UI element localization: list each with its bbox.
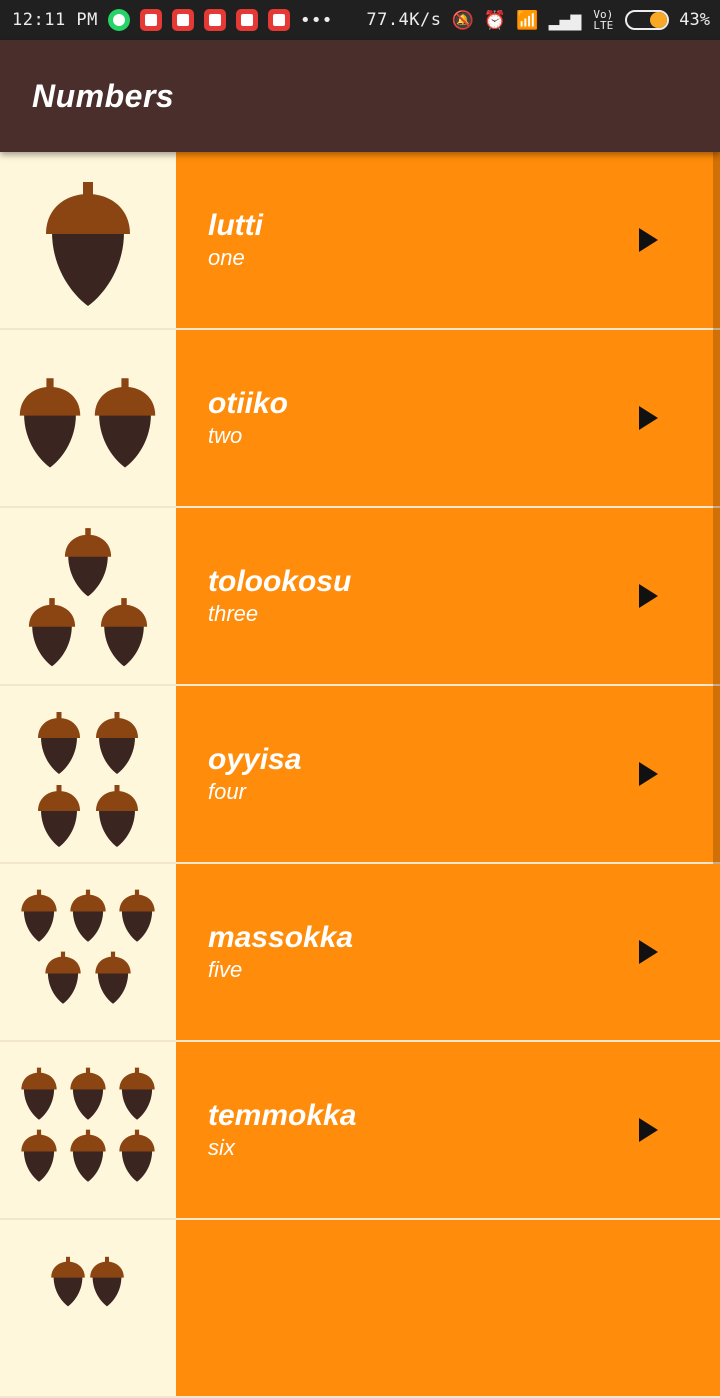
acorn-icon	[38, 712, 138, 847]
app-bar: Numbers	[0, 40, 720, 152]
acorn-image	[0, 330, 176, 506]
acorn-image	[0, 508, 176, 684]
word-content[interactable]: tolookosu three	[176, 508, 720, 684]
word-content[interactable]: otiiko two	[176, 330, 720, 506]
wifi-icon: 📶	[516, 9, 539, 31]
acorn-icon	[21, 1067, 155, 1182]
alarm-icon: ⏰	[483, 9, 507, 31]
play-icon[interactable]	[639, 1118, 658, 1142]
scrollbar[interactable]	[713, 152, 720, 864]
status-time: 12:11 PM	[12, 10, 98, 30]
acorn-image	[0, 864, 176, 1040]
more-notifications-icon: •••	[299, 9, 333, 31]
signal-icon: ▂▄▆	[548, 9, 582, 31]
battery-icon	[625, 10, 670, 30]
list-item[interactable]: tolookosu three	[0, 508, 720, 686]
list-item[interactable]	[0, 1220, 720, 1398]
app-notification-icon	[171, 9, 194, 31]
word-content[interactable]	[176, 1220, 720, 1396]
network-speed: 77.4K/s	[366, 10, 442, 30]
network-type: Vo) LTE	[593, 8, 614, 32]
mute-icon: 🔕	[451, 9, 474, 31]
list-item[interactable]: oyyisa four	[0, 686, 720, 864]
list-item[interactable]: massokka five	[0, 864, 720, 1042]
whatsapp-icon	[107, 9, 130, 31]
list-item[interactable]: otiiko two	[0, 330, 720, 508]
acorn-image	[0, 152, 176, 328]
word-list[interactable]: lutti one otiiko two tolookosu three oyyisa…	[0, 152, 720, 1398]
acorn-icon	[28, 528, 148, 667]
acorn-image	[0, 686, 176, 862]
acorn-image	[0, 1042, 176, 1218]
word-content[interactable]: temmokka six	[176, 1042, 720, 1218]
word-content[interactable]: lutti one	[176, 152, 720, 328]
list-item[interactable]: lutti one	[0, 152, 720, 330]
play-icon[interactable]	[639, 406, 658, 430]
word-content[interactable]: massokka five	[176, 864, 720, 1040]
acorn-icon	[51, 1256, 124, 1307]
app-notification-icon	[139, 9, 162, 31]
page-title: Numbers	[32, 77, 175, 114]
battery-percent: 43%	[679, 10, 710, 30]
play-icon[interactable]	[639, 584, 658, 608]
app-notification-icon	[235, 9, 258, 31]
play-icon[interactable]	[639, 228, 658, 252]
play-icon[interactable]	[639, 762, 658, 786]
word-content[interactable]: oyyisa four	[176, 686, 720, 862]
play-icon[interactable]	[639, 940, 658, 964]
list-item[interactable]: temmokka six	[0, 1042, 720, 1220]
acorn-icon	[19, 378, 156, 468]
acorn-icon	[46, 182, 130, 306]
app-notification-icon	[267, 9, 290, 31]
app-notification-icon	[203, 9, 226, 31]
status-bar: 12:11 PM ••• 77.4K/s 🔕 ⏰ 📶 ▂▄▆ Vo) LTE 4…	[0, 0, 720, 40]
acorn-icon	[21, 889, 155, 1004]
acorn-image	[0, 1220, 176, 1396]
